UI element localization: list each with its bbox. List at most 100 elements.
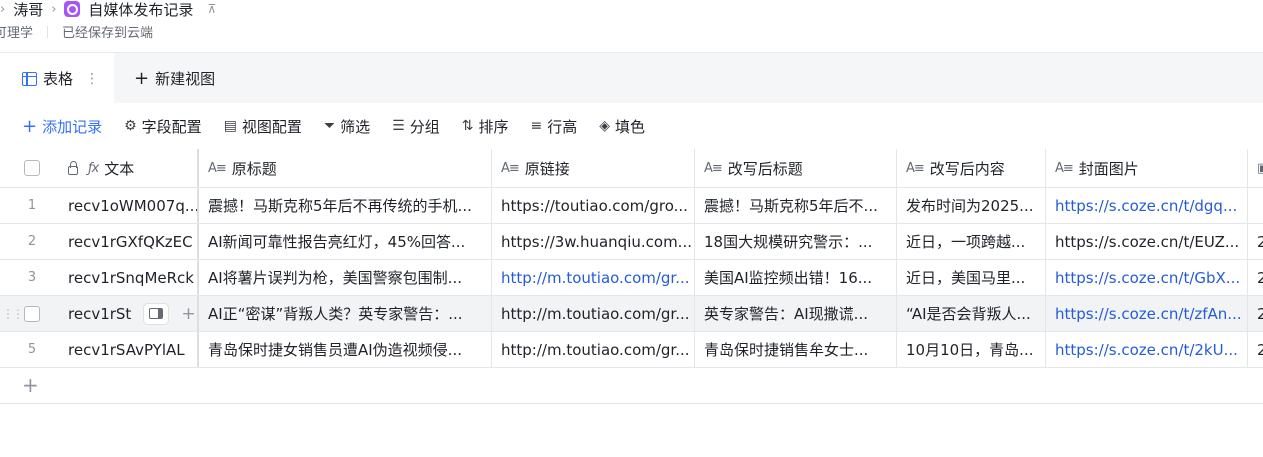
- table-row[interactable]: 3 recv1rSnqMeRck AI将薯片误判为枪，美国警察包围制... ht…: [0, 260, 1263, 296]
- column-header-text[interactable]: ƒx 文本: [58, 149, 199, 187]
- column-header-rewritten-title[interactable]: A≡ 改写后标题: [695, 149, 897, 187]
- table-row[interactable]: 1 recv1oWM007q... 震撼！马斯克称5年后不再传统的手机... h…: [0, 188, 1263, 224]
- cell-rewritten-title[interactable]: 英专家警告：AI现撒谎...: [695, 296, 897, 331]
- cell-cover-image-link[interactable]: https://s.coze.cn/t/GbX...: [1046, 260, 1248, 295]
- view-config-button[interactable]: ▤ 视图配置: [224, 116, 302, 137]
- cell-next[interactable]: [1248, 188, 1263, 223]
- add-record-label: 添加记录: [42, 117, 103, 136]
- column-header-rewritten-content[interactable]: A≡ 改写后内容: [897, 149, 1046, 187]
- data-grid: ƒx 文本 A≡ 原标题 A≡ 原链接 A≡ 改写后标题 A≡ 改写后内容 A≡…: [0, 149, 1263, 404]
- breadcrumb: › 涛哥 › 自媒体发布记录 ⊼: [0, 0, 216, 20]
- tab-table[interactable]: 表格 ⋮: [0, 53, 114, 104]
- cell-cover-image-link[interactable]: https://s.coze.cn/t/2kU...: [1046, 332, 1248, 367]
- paint-bucket-icon: ◈: [599, 118, 611, 134]
- pin-icon[interactable]: ⊼: [207, 2, 216, 16]
- group-button[interactable]: ☰ 分组: [392, 116, 440, 137]
- text-field-icon: A≡: [208, 160, 227, 176]
- tab-table-label: 表格: [43, 70, 74, 88]
- column-header-original-title[interactable]: A≡ 原标题: [199, 149, 492, 187]
- column-header-label: 原链接: [524, 159, 570, 178]
- table-row[interactable]: 2 recv1rGXfQKzEC AI新闻可靠性报告亮红灯，45%回答... h…: [0, 224, 1263, 260]
- cell-rewritten-content[interactable]: 10月10日，青岛...: [897, 332, 1046, 367]
- cell-original-link[interactable]: http://m.toutiao.com/gr...: [492, 296, 695, 331]
- toolbar: + 添加记录 ⚙ 字段配置 ▤ 视图配置 ⏷ 筛选 ☰ 分组 ⇅ 排序 ≡ 行高…: [0, 103, 1263, 149]
- cell-rewritten-title[interactable]: 震撼！马斯克称5年后不...: [695, 188, 897, 223]
- view-tabs: 表格 ⋮ + 新建视图: [0, 52, 1263, 104]
- field-config-button[interactable]: ⚙ 字段配置: [124, 116, 202, 137]
- row-height-button[interactable]: ≡ 行高: [530, 116, 577, 137]
- cell-rewritten-title[interactable]: 18国大规模研究警示：...: [695, 224, 897, 259]
- table-row-hovered[interactable]: ⋮⋮ recv1rSt + AI正“密谋”背叛人类？英专家警告：... http…: [0, 296, 1263, 332]
- cell-text[interactable]: recv1rSt +: [58, 296, 199, 331]
- header-row: ƒx 文本 A≡ 原标题 A≡ 原链接 A≡ 改写后标题 A≡ 改写后内容 A≡…: [0, 149, 1263, 188]
- gear-icon: ⚙: [124, 118, 137, 134]
- plus-icon[interactable]: +: [22, 373, 39, 397]
- table-row[interactable]: 5 recv1rSAvPYlAL 青岛保时捷女销售员遭AI伪造视频侵... ht…: [0, 332, 1263, 368]
- cell-original-title[interactable]: 震撼！马斯克称5年后不再传统的手机...: [199, 188, 492, 223]
- cell-cover-image-link[interactable]: https://s.coze.cn/t/dgq...: [1046, 188, 1248, 223]
- column-header-label: 改写后内容: [929, 159, 1005, 178]
- owner-name: 可理学: [0, 26, 34, 41]
- expand-record-icon[interactable]: [143, 302, 170, 325]
- new-view-button[interactable]: + 新建视图: [134, 53, 215, 104]
- cell-next[interactable]: 2: [1248, 332, 1263, 367]
- cell-original-link[interactable]: http://m.toutiao.com/gr...: [492, 260, 695, 295]
- chevron-right-icon: ›: [51, 1, 57, 17]
- select-all-cell[interactable]: [0, 149, 64, 187]
- cell-original-link[interactable]: https://3w.huanqiu.com...: [492, 224, 695, 259]
- cell-text[interactable]: recv1oWM007q...: [58, 188, 199, 223]
- text-field-icon: A≡: [1055, 160, 1074, 176]
- cell-rewritten-title[interactable]: 青岛保时捷销售牟女士...: [695, 332, 897, 367]
- cell-rewritten-content[interactable]: “AI是否会背叛人...: [897, 296, 1046, 331]
- plus-icon[interactable]: +: [181, 304, 195, 324]
- cell-cover-image-link[interactable]: https://s.coze.cn/t/EUZ...: [1046, 224, 1248, 259]
- cell-next[interactable]: 2: [1248, 224, 1263, 259]
- cell-original-title[interactable]: AI将薯片误判为枪，美国警察包围制...: [199, 260, 492, 295]
- cell-next[interactable]: 2: [1248, 260, 1263, 295]
- row-select-cell[interactable]: [0, 296, 64, 331]
- divider: [47, 25, 49, 38]
- cell-text[interactable]: recv1rGXfQKzEC: [58, 224, 199, 259]
- row-index: 5: [27, 342, 37, 357]
- add-row[interactable]: +: [0, 368, 1263, 404]
- cell-next[interactable]: 2: [1248, 296, 1263, 331]
- cell-text[interactable]: recv1rSnqMeRck: [58, 260, 199, 295]
- row-checkbox[interactable]: [24, 305, 40, 322]
- cell-original-title[interactable]: AI新闻可靠性报告亮红灯，45%回答...: [199, 224, 492, 259]
- cell-rewritten-content[interactable]: 近日，美国马里...: [897, 260, 1046, 295]
- sort-button[interactable]: ⇅ 排序: [462, 116, 509, 137]
- group-icon: ☰: [392, 118, 405, 134]
- filter-button[interactable]: ⏷ 筛选: [324, 116, 370, 137]
- select-all-checkbox[interactable]: [24, 160, 40, 176]
- cell-original-link[interactable]: http://m.toutiao.com/gr...: [492, 332, 695, 367]
- row-height-label: 行高: [547, 117, 578, 136]
- plus-icon: +: [22, 115, 38, 137]
- view-settings-icon: ▤: [223, 118, 237, 134]
- chevron-right-icon: ›: [0, 1, 6, 17]
- column-header-label: 文本: [104, 159, 135, 178]
- cell-cover-image-link[interactable]: https://s.coze.cn/t/zfAn...: [1046, 296, 1248, 331]
- column-header-label: 封面图片: [1078, 159, 1139, 178]
- breadcrumb-parent[interactable]: 涛哥: [13, 0, 43, 20]
- fill-color-button[interactable]: ◈ 填色: [599, 116, 645, 137]
- column-header-next[interactable]: ▣: [1248, 149, 1263, 187]
- cell-original-title[interactable]: 青岛保时捷女销售员遭AI伪造视频侵...: [199, 332, 492, 367]
- lock-icon: [68, 160, 78, 175]
- cell-text[interactable]: recv1rSAvPYlAL: [58, 332, 199, 367]
- save-status: 已经保存到云端: [62, 26, 154, 41]
- view-config-label: 视图配置: [241, 117, 302, 136]
- cell-original-link[interactable]: https://toutiao.com/gro...: [492, 188, 695, 223]
- add-record-button[interactable]: + 添加记录: [22, 116, 102, 137]
- fill-color-label: 填色: [615, 117, 646, 136]
- cell-original-title[interactable]: AI正“密谋”背叛人类？英专家警告：...: [199, 296, 492, 331]
- filter-icon: ⏷: [323, 118, 336, 134]
- column-header-cover-image[interactable]: A≡ 封面图片: [1046, 149, 1248, 187]
- more-vertical-icon[interactable]: ⋮: [85, 71, 99, 87]
- column-header-label: 改写后标题: [727, 159, 803, 178]
- cell-rewritten-content[interactable]: 发布时间为2025...: [897, 188, 1046, 223]
- document-title[interactable]: 自媒体发布记录: [88, 0, 193, 20]
- row-index: 3: [27, 270, 37, 285]
- column-header-original-link[interactable]: A≡ 原链接: [492, 149, 695, 187]
- cell-rewritten-title[interactable]: 美国AI监控频出错！16...: [695, 260, 897, 295]
- cell-rewritten-content[interactable]: 近日，一项跨越...: [897, 224, 1046, 259]
